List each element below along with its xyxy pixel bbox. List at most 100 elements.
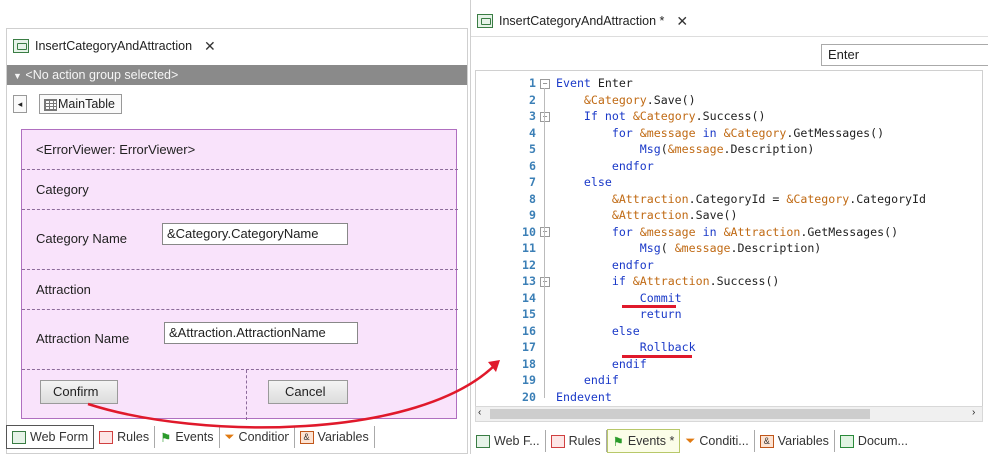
flag-icon: ⚑ (612, 434, 624, 449)
tab-events-label: Events (175, 430, 214, 444)
tab-web-form[interactable]: Web Form (6, 425, 95, 449)
error-viewer-control[interactable]: <ErrorViewer: ErrorViewer> (36, 142, 195, 157)
fold-toggle-icon[interactable]: − (540, 112, 550, 122)
rules-icon (99, 430, 114, 444)
webform-icon (12, 430, 26, 444)
line-number: 12 (522, 257, 536, 272)
category-name-field[interactable]: &Category.CategoryName (162, 223, 348, 245)
tab-title: InsertCategoryAndAttraction (35, 39, 193, 53)
line-number: 5 (529, 142, 536, 156)
line-number: 10 (522, 224, 536, 239)
tab-web-form[interactable]: Web F... (471, 430, 546, 452)
line-number: 6 (529, 158, 536, 173)
category-name-row: Category Name &Category.CategoryName (22, 210, 458, 270)
document-tab-webform[interactable]: InsertCategoryAndAttraction ✕ (7, 33, 222, 59)
code-line: return (639, 307, 682, 321)
scroll-right-icon[interactable]: › (972, 407, 975, 418)
flag-icon: ⚑ (160, 430, 172, 445)
code-line: endfor (611, 158, 654, 173)
attraction-name-field[interactable]: &Attraction.AttractionName (164, 322, 358, 344)
variables-icon: & (299, 430, 314, 444)
variables-icon: & (759, 434, 774, 448)
code-line: if &Attraction.Success() (611, 274, 780, 288)
tab-conditions[interactable]: ⏷ Conditi... (680, 430, 755, 452)
line-number: 18 (522, 356, 536, 371)
scroll-left-icon[interactable]: ‹ (478, 407, 481, 418)
attraction-label: Attraction (36, 282, 91, 297)
line-number: 1 (529, 76, 536, 90)
line-number: 17 (522, 340, 536, 354)
action-group-label: <No action group selected> (25, 68, 179, 82)
tab-events-label: Events * (627, 434, 675, 448)
tab-documentation[interactable]: Docum... (835, 430, 913, 452)
code-line: Endevent (556, 389, 612, 404)
horizontal-scrollbar[interactable]: ‹ › (475, 406, 983, 422)
line-gutter: 1 2 3 4 5 6 7 8 9 10 11 12 13 14 15 16 1… (476, 71, 550, 407)
action-group-bar[interactable]: ▼ <No action group selected> (7, 65, 467, 85)
tab-rules-label: Rules (568, 434, 601, 448)
main-table-form: <ErrorViewer: ErrorViewer> Category Cate… (21, 129, 458, 420)
code-line: endif (611, 356, 647, 371)
line-number: 2 (529, 92, 536, 107)
category-row: Category (22, 170, 458, 210)
filter-icon: ⏷ (224, 429, 235, 444)
rollback-highlight-underline (622, 355, 692, 358)
line-number: 15 (522, 307, 536, 321)
tab-variables[interactable]: & Variables (755, 430, 835, 452)
fold-toggle-icon[interactable]: − (540, 227, 550, 237)
maintable-selector[interactable]: MainTable (39, 94, 122, 114)
tab-rules[interactable]: Rules (546, 430, 607, 452)
cancel-button[interactable]: Cancel (268, 380, 348, 404)
tab-events[interactable]: ⚑ Events * (606, 429, 681, 453)
tab-events[interactable]: ⚑ Events (155, 426, 220, 448)
tab-documentation-label: Docum... (857, 434, 908, 448)
line-number: 20 (522, 389, 536, 404)
code-line: Rollback (639, 340, 696, 354)
code-editor[interactable]: 1 2 3 4 5 6 7 8 9 10 11 12 13 14 15 16 1… (475, 70, 983, 408)
event-selector-value: Enter (828, 47, 860, 62)
grid-icon (44, 99, 57, 111)
tab-rules-label: Rules (117, 430, 150, 444)
scrollbar-thumb[interactable] (490, 409, 870, 419)
collapse-arrow-icon: ▼ (13, 71, 22, 81)
tab-web-form-label: Web Form (30, 430, 89, 444)
line-number: 4 (529, 125, 536, 140)
line-number: 14 (522, 290, 536, 305)
code-line: else (611, 323, 640, 338)
line-number: 7 (529, 175, 536, 189)
tab-title: InsertCategoryAndAttraction * (499, 14, 665, 28)
confirm-button[interactable]: Confirm (40, 380, 118, 404)
webform-icon (476, 434, 490, 448)
left-bottom-tab-bar: Web Form Rules ⚑ Events ⏷ Conditions & V… (6, 424, 468, 450)
close-tab-icon[interactable]: ✕ (204, 38, 216, 55)
code-line: If not &Category.Success() (583, 109, 766, 123)
event-selector-dropdown[interactable]: Enter (821, 44, 988, 66)
tab-web-form-label: Web F... (494, 434, 540, 448)
fold-toggle-icon[interactable]: − (540, 277, 550, 287)
rules-icon (550, 434, 565, 448)
code-line: &Attraction.CategoryId = &Category.Categ… (611, 191, 926, 206)
tab-conditions-label: Conditions (238, 430, 289, 444)
webpanel-icon (13, 39, 29, 53)
close-tab-icon[interactable]: ✕ (676, 13, 688, 30)
fold-guide (544, 88, 545, 398)
error-viewer-row: <ErrorViewer: ErrorViewer> (22, 130, 458, 170)
tab-conditions-label: Conditi... (699, 434, 749, 448)
code-line: for &message in &Category.GetMessages() (611, 125, 885, 140)
tab-variables-label: Variables (777, 434, 829, 448)
table-selector-button[interactable]: ◂ (13, 95, 27, 113)
line-number: 13 (522, 274, 536, 288)
category-name-label: Category Name (36, 231, 128, 246)
tab-rules[interactable]: Rules (94, 426, 156, 448)
events-editor-window: InsertCategoryAndAttraction * ✕ Enter 1 … (470, 0, 988, 454)
document-tab-events[interactable]: InsertCategoryAndAttraction * ✕ (471, 8, 695, 34)
tab-conditions[interactable]: ⏷ Conditions (220, 426, 295, 448)
buttons-row: Confirm Cancel (22, 370, 458, 420)
code-line: Event Enter (556, 76, 633, 90)
line-number: 8 (529, 191, 536, 206)
attraction-name-label: Attraction Name (36, 331, 130, 346)
right-bottom-tab-bar: Web F... Rules ⚑ Events * ⏷ Conditi... &… (471, 428, 988, 454)
tab-variables[interactable]: & Variables (295, 426, 375, 448)
tab-divider (471, 36, 988, 37)
fold-toggle-icon[interactable]: − (540, 79, 550, 89)
